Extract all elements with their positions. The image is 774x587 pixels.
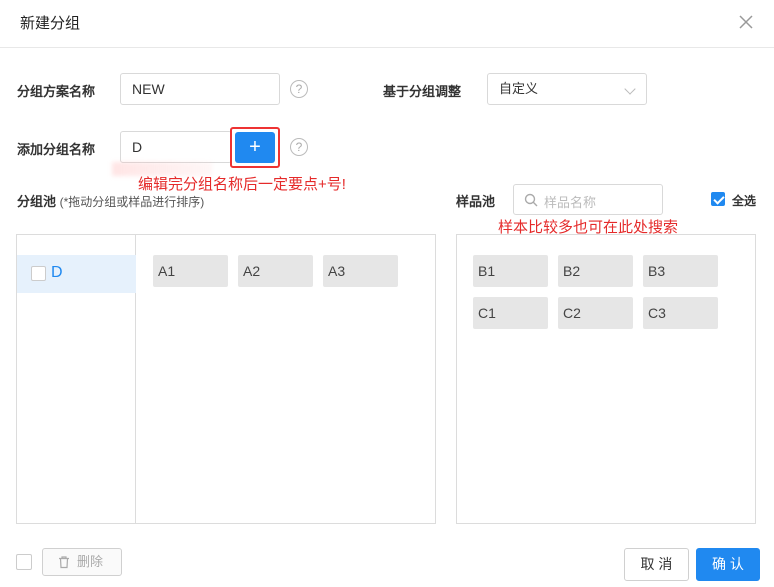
sample-tag[interactable]: C1 bbox=[473, 297, 548, 329]
group-pool-title: 分组池 bbox=[17, 194, 57, 209]
sample-tag[interactable]: B1 bbox=[473, 255, 548, 287]
scheme-name-input[interactable]: NEW bbox=[120, 73, 280, 105]
dialog-header: 新建分组 bbox=[0, 0, 774, 48]
sample-tag[interactable]: A2 bbox=[238, 255, 313, 287]
sample-search-input[interactable]: 样品名称 bbox=[513, 184, 663, 215]
sample-tag[interactable]: B3 bbox=[643, 255, 718, 287]
sample-pool-label: 样品池 bbox=[456, 191, 495, 210]
search-placeholder: 样品名称 bbox=[544, 195, 597, 210]
group-pool-hint: (*拖动分组或样品进行排序) bbox=[59, 195, 205, 209]
group-pool-label: 分组池 (*拖动分组或样品进行排序) bbox=[17, 191, 204, 210]
adjust-select-value: 自定义 bbox=[499, 81, 539, 96]
sample-tag[interactable]: B2 bbox=[558, 255, 633, 287]
group-list: D bbox=[17, 235, 136, 523]
add-group-button[interactable]: + bbox=[235, 132, 275, 163]
chevron-down-icon bbox=[624, 83, 636, 95]
sample-tag[interactable]: C2 bbox=[558, 297, 633, 329]
help-icon[interactable]: ? bbox=[290, 138, 308, 156]
group-item-name: D bbox=[51, 264, 63, 281]
delete-button-label: 删除 bbox=[77, 554, 104, 569]
cancel-button[interactable]: 取 消 bbox=[624, 548, 689, 581]
sample-tag[interactable]: A1 bbox=[153, 255, 228, 287]
trash-icon bbox=[59, 556, 69, 569]
bulk-select-checkbox[interactable] bbox=[16, 554, 32, 570]
sample-tag[interactable]: C3 bbox=[643, 297, 718, 329]
help-icon[interactable]: ? bbox=[290, 80, 308, 98]
group-item-checkbox[interactable] bbox=[31, 266, 46, 281]
add-group-label: 添加分组名称 bbox=[17, 142, 96, 157]
close-icon[interactable] bbox=[736, 12, 756, 32]
adjust-select[interactable]: 自定义 bbox=[487, 73, 647, 105]
add-button-highlight: + bbox=[230, 127, 280, 168]
sample-tag[interactable]: A3 bbox=[323, 255, 398, 287]
scheme-name-label: 分组方案名称 bbox=[17, 84, 96, 99]
adjust-label: 基于分组调整 bbox=[383, 84, 462, 99]
confirm-button[interactable]: 确 认 bbox=[696, 548, 760, 581]
delete-button[interactable]: 删除 bbox=[42, 548, 122, 576]
select-all-label: 全选 bbox=[732, 194, 757, 208]
dialog-title: 新建分组 bbox=[20, 15, 81, 32]
sample-pool-title: 样品池 bbox=[456, 194, 496, 209]
group-item-d[interactable]: D bbox=[17, 255, 136, 293]
add-group-input[interactable]: D bbox=[120, 131, 232, 163]
search-icon bbox=[524, 193, 538, 207]
select-all-checkbox[interactable] bbox=[711, 192, 725, 206]
